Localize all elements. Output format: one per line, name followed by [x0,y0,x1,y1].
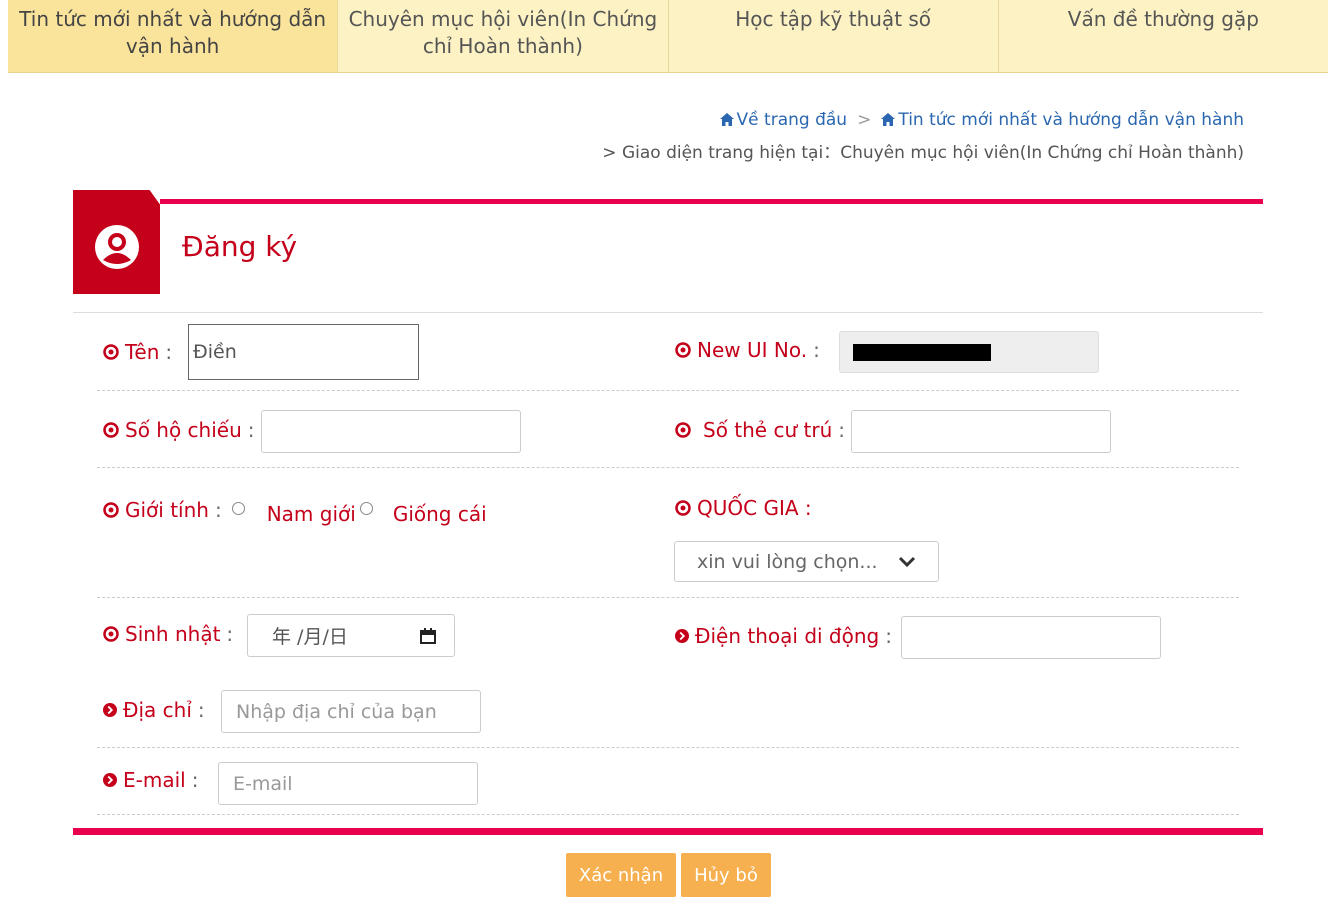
email-label: E-mail: [103,768,198,792]
dot-circle-icon [103,344,119,360]
page-title: Đăng ký [182,230,298,263]
gender-male-radio[interactable] [231,501,245,515]
tab-member[interactable]: Chuyên mục hội viên(In Chứng chỉ Hoàn th… [338,0,669,72]
dot-circle-icon [103,422,119,438]
row-divider [97,814,1239,815]
birthday-label: Sinh nhật: [103,622,233,646]
dot-circle-icon [675,342,691,358]
tab-digital-learning[interactable]: Học tập kỹ thuật số [668,0,999,72]
row-divider [97,597,1239,598]
user-icon [95,225,139,269]
address-input[interactable]: Nhập địa chỉ của bạn [221,690,481,733]
breadcrumb-current: > Giao diện trang hiện tại：Chuyên mục hộ… [602,143,1244,163]
chevron-circle-right-icon [675,629,689,643]
breadcrumb-separator: > [857,110,872,130]
gender-label: Giới tính: Nam giới Giống cái [103,494,487,526]
row-divider [97,747,1239,748]
tab-faq[interactable]: Vấn đề thường gặp [998,0,1328,72]
email-input[interactable]: E-mail [218,762,478,805]
dot-circle-icon [675,500,691,516]
breadcrumb-news-link[interactable]: Tin tức mới nhất và hướng dẫn vận hành [898,110,1244,130]
passport-input[interactable] [261,410,521,453]
divider [73,312,1263,313]
breadcrumb-home-link[interactable]: Về trang đầu [737,110,848,130]
gender-female-label: Giống cái [392,502,487,526]
residence-input[interactable] [851,410,1111,453]
chevron-circle-right-icon [103,773,117,787]
top-nav: Tin tức mới nhất và hướng dẫn vận hành C… [8,0,1328,73]
footer-line [73,828,1263,835]
phone-label: Điện thoại di động: [675,624,892,648]
name-input[interactable]: Điền [188,324,419,380]
row-divider [97,467,1239,468]
chevron-circle-right-icon [103,703,117,717]
name-label: Tên: [103,340,172,364]
gender-male-label: Nam giới [266,502,356,526]
phone-input[interactable] [901,616,1161,659]
country-select[interactable]: xin vui lòng chọn... [674,541,939,582]
breadcrumb: Về trang đầu > Tin tức mới nhất và hướng d… [719,110,1244,130]
new-ui-label: New UI No.: [675,338,820,362]
passport-label: Số hộ chiếu: [103,418,255,442]
address-placeholder: Nhập địa chỉ của bạn [236,700,437,723]
redacted-value [853,344,991,361]
home-icon [881,113,896,126]
address-label: Địa chỉ: [103,698,205,722]
gender-female-radio[interactable] [359,501,373,515]
birthday-input[interactable]: 年 /月/日 [247,614,455,657]
cancel-button[interactable]: Hủy bỏ [681,853,771,897]
tab-news[interactable]: Tin tức mới nhất và hướng dẫn vận hành [8,0,339,72]
confirm-button[interactable]: Xác nhận [566,853,676,897]
email-placeholder: E-mail [233,772,293,795]
header-line [160,199,1263,204]
calendar-icon[interactable] [420,627,436,644]
country-label: QUỐC GIA : [675,496,812,520]
dot-circle-icon [103,626,119,642]
residence-label: Số thẻ cư trú: [675,418,845,442]
row-divider [97,390,1239,391]
dot-circle-icon [103,502,119,518]
dot-circle-icon [675,422,691,438]
chevron-down-icon [898,556,916,567]
country-select-value: xin vui lòng chọn... [697,550,878,573]
home-icon [719,113,734,126]
birthday-placeholder: 年 /月/日 [272,626,348,648]
